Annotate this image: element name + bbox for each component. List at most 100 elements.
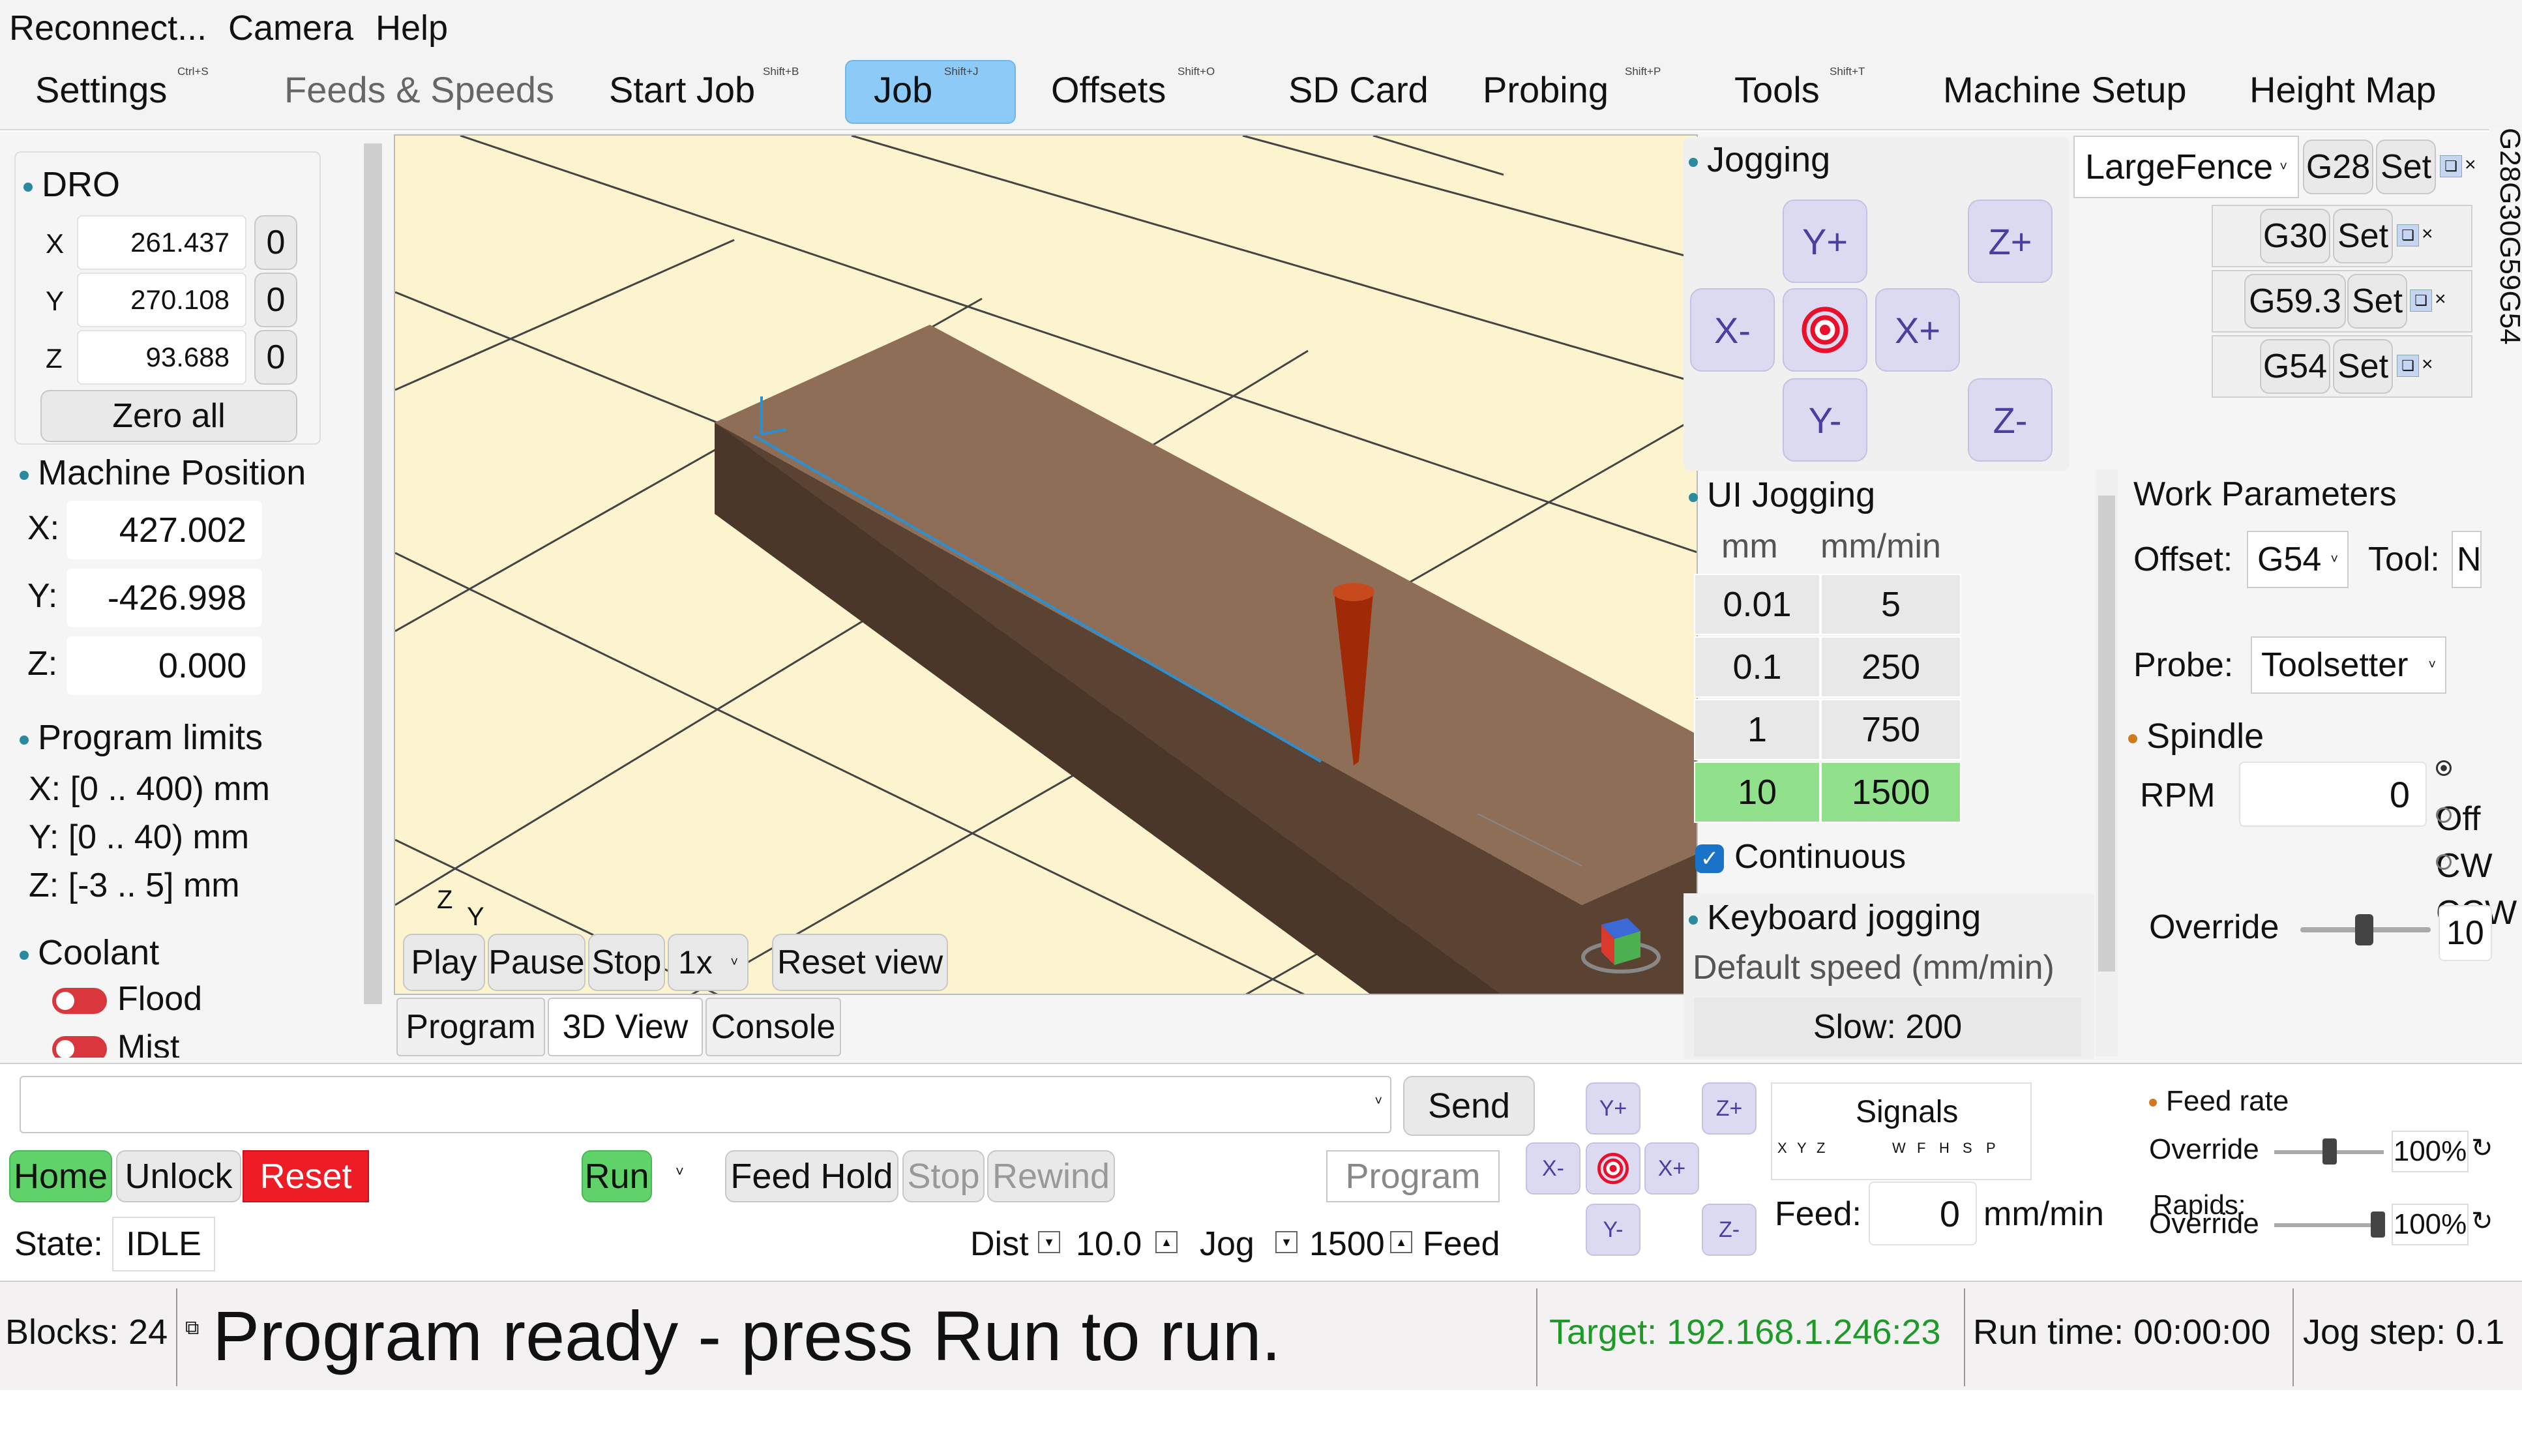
tab-tools[interactable]: Tools — [1734, 68, 1820, 111]
ui-jog-mm-1[interactable]: 0.1 — [1694, 636, 1820, 698]
mini-jog-stop[interactable] — [1586, 1142, 1640, 1195]
g30-set-button[interactable]: Set — [2333, 209, 2393, 263]
flood-toggle[interactable]: Flood — [52, 979, 202, 1018]
viewer-3d[interactable]: Z Y Play Pause Stop 1x ˅ Reset view — [394, 134, 1698, 995]
tool-field[interactable]: N — [2452, 531, 2482, 588]
jog-x-minus-button[interactable]: X- — [1690, 288, 1775, 372]
right-scrollbar-thumb[interactable] — [2098, 496, 2115, 972]
g28-pin-icon[interactable]: ❏ — [2440, 155, 2462, 177]
g59-3-button[interactable]: G59.3 — [2244, 274, 2346, 329]
tab-3d-view[interactable]: 3D View — [548, 998, 703, 1056]
offset-dropdown[interactable]: G54 ˅ — [2247, 531, 2349, 588]
unlock-button[interactable]: Unlock — [116, 1150, 241, 1202]
reset-view-button[interactable]: Reset view — [772, 934, 948, 991]
mini-jog-y-plus[interactable]: Y+ — [1586, 1082, 1640, 1135]
jog-value[interactable]: 1500 — [1309, 1225, 1385, 1264]
ui-jog-mm-2[interactable]: 1 — [1694, 699, 1820, 760]
g54-set-button[interactable]: Set — [2333, 339, 2393, 394]
g59-3-set-button[interactable]: Set — [2347, 274, 2407, 329]
jog-y-plus-button[interactable]: Y+ — [1783, 200, 1867, 283]
dro-x-value[interactable]: 261.437 — [77, 215, 246, 270]
ui-jog-speed-1[interactable]: 250 — [1820, 636, 1961, 698]
rapids-override-reset-icon[interactable]: ↻ — [2471, 1206, 2493, 1236]
dro-x-zero-button[interactable]: 0 — [254, 215, 297, 270]
ui-jog-speed-0[interactable]: 5 — [1820, 574, 1961, 635]
ui-jog-mm-0[interactable]: 0.01 — [1694, 574, 1820, 635]
jog-increase-icon[interactable]: ▲ — [1390, 1231, 1412, 1253]
reset-button[interactable]: Reset — [243, 1150, 369, 1202]
jog-z-plus-button[interactable]: Z+ — [1968, 200, 2053, 283]
jog-x-plus-button[interactable]: X+ — [1875, 288, 1960, 372]
run-dropdown-icon[interactable]: ˅ — [675, 1163, 684, 1180]
dist-increase-icon[interactable]: ▲ — [1155, 1231, 1178, 1253]
dro-z-value[interactable]: 93.688 — [77, 330, 246, 385]
dro-y-value[interactable]: 270.108 — [77, 273, 246, 327]
play-button[interactable]: Play — [403, 934, 485, 991]
rewind-button[interactable]: Rewind — [987, 1150, 1115, 1202]
copy-icon[interactable]: ⧉ — [185, 1317, 199, 1339]
feed-override-reset-icon[interactable]: ↻ — [2471, 1133, 2493, 1163]
feed-override-value[interactable]: 100% — [2392, 1131, 2469, 1172]
g28-button[interactable]: G28 — [2303, 140, 2373, 194]
run-button[interactable]: Run — [582, 1150, 652, 1202]
mini-jog-x-minus[interactable]: X- — [1526, 1142, 1580, 1195]
keyboard-slow-speed[interactable]: Slow: 200 — [1694, 998, 2081, 1056]
g54-pin-icon[interactable]: ❏ — [2397, 355, 2419, 377]
probe-dropdown[interactable]: Toolsetter ˅ — [2251, 636, 2446, 694]
rapids-override-slider[interactable] — [2274, 1223, 2384, 1227]
g54-button[interactable]: G54 — [2260, 339, 2330, 394]
jog-stop-button[interactable] — [1783, 288, 1867, 372]
dist-decrease-icon[interactable]: ▼ — [1038, 1231, 1060, 1253]
spindle-override-value[interactable]: 10 — [2439, 905, 2492, 961]
continuous-checkbox[interactable]: ✓ Continuous — [1695, 837, 1906, 876]
menu-help[interactable]: Help — [376, 8, 448, 48]
command-input[interactable]: ˅ — [20, 1076, 1391, 1133]
g59-3-pin-icon[interactable]: ❏ — [2410, 290, 2432, 312]
rapids-override-handle[interactable] — [2371, 1211, 2385, 1238]
mini-jog-z-minus[interactable]: Z- — [1702, 1204, 1757, 1256]
menu-camera[interactable]: Camera — [228, 8, 353, 48]
jog-y-minus-button[interactable]: Y- — [1783, 378, 1867, 462]
zero-all-button[interactable]: Zero all — [40, 390, 297, 442]
mist-toggle[interactable]: Mist — [52, 1028, 179, 1058]
ui-jog-speed-2[interactable]: 750 — [1820, 699, 1961, 760]
rapids-override-value[interactable]: 100% — [2392, 1204, 2469, 1245]
g30-close-icon[interactable]: × — [2422, 223, 2433, 245]
tab-height-map[interactable]: Height Map — [2249, 68, 2436, 111]
feed-override-handle[interactable] — [2322, 1138, 2337, 1165]
tab-machine-setup[interactable]: Machine Setup — [1943, 68, 2187, 111]
ui-jog-speed-3[interactable]: 1500 — [1820, 762, 1961, 823]
send-button[interactable]: Send — [1403, 1076, 1535, 1136]
home-button[interactable]: Home — [9, 1150, 112, 1202]
offset-preset-dropdown[interactable]: LargeFence ˅ — [2073, 136, 2299, 198]
tab-probing[interactable]: Probing — [1483, 68, 1609, 111]
tab-program[interactable]: Program — [396, 998, 545, 1056]
dro-z-zero-button[interactable]: 0 — [254, 330, 297, 385]
mini-jog-z-plus[interactable]: Z+ — [1702, 1082, 1757, 1135]
dro-y-zero-button[interactable]: 0 — [254, 273, 297, 327]
g54-close-icon[interactable]: × — [2422, 353, 2433, 376]
g28-set-button[interactable]: Set — [2376, 140, 2436, 194]
g30-button[interactable]: G30 — [2260, 209, 2330, 263]
tab-start-job[interactable]: Start Job — [609, 68, 755, 111]
speed-dropdown[interactable]: 1x ˅ — [668, 934, 749, 991]
rpm-field[interactable]: 0 — [2239, 762, 2427, 827]
menu-reconnect[interactable]: Reconnect... — [9, 8, 207, 48]
jog-z-minus-button[interactable]: Z- — [1968, 378, 2053, 462]
dist-value[interactable]: 10.0 — [1076, 1225, 1142, 1264]
mini-jog-x-plus[interactable]: X+ — [1644, 1142, 1699, 1195]
spindle-override-handle[interactable] — [2355, 914, 2373, 945]
pause-button[interactable]: Pause — [488, 934, 586, 991]
tab-console[interactable]: Console — [705, 998, 841, 1056]
left-scrollbar-thumb[interactable] — [364, 143, 382, 1004]
program-button[interactable]: Program — [1326, 1150, 1500, 1202]
feed-hold-button[interactable]: Feed Hold — [725, 1150, 898, 1202]
tab-job[interactable]: Job — [874, 68, 932, 111]
tab-offsets[interactable]: Offsets — [1051, 68, 1166, 111]
tab-settings[interactable]: Settings — [35, 68, 167, 111]
jog-decrease-icon[interactable]: ▼ — [1275, 1231, 1298, 1253]
stop-program-button[interactable]: Stop — [902, 1150, 985, 1202]
g59-3-close-icon[interactable]: × — [2435, 288, 2446, 310]
ui-jog-mm-3[interactable]: 10 — [1694, 762, 1820, 823]
g28-close-icon[interactable]: × — [2465, 154, 2476, 176]
